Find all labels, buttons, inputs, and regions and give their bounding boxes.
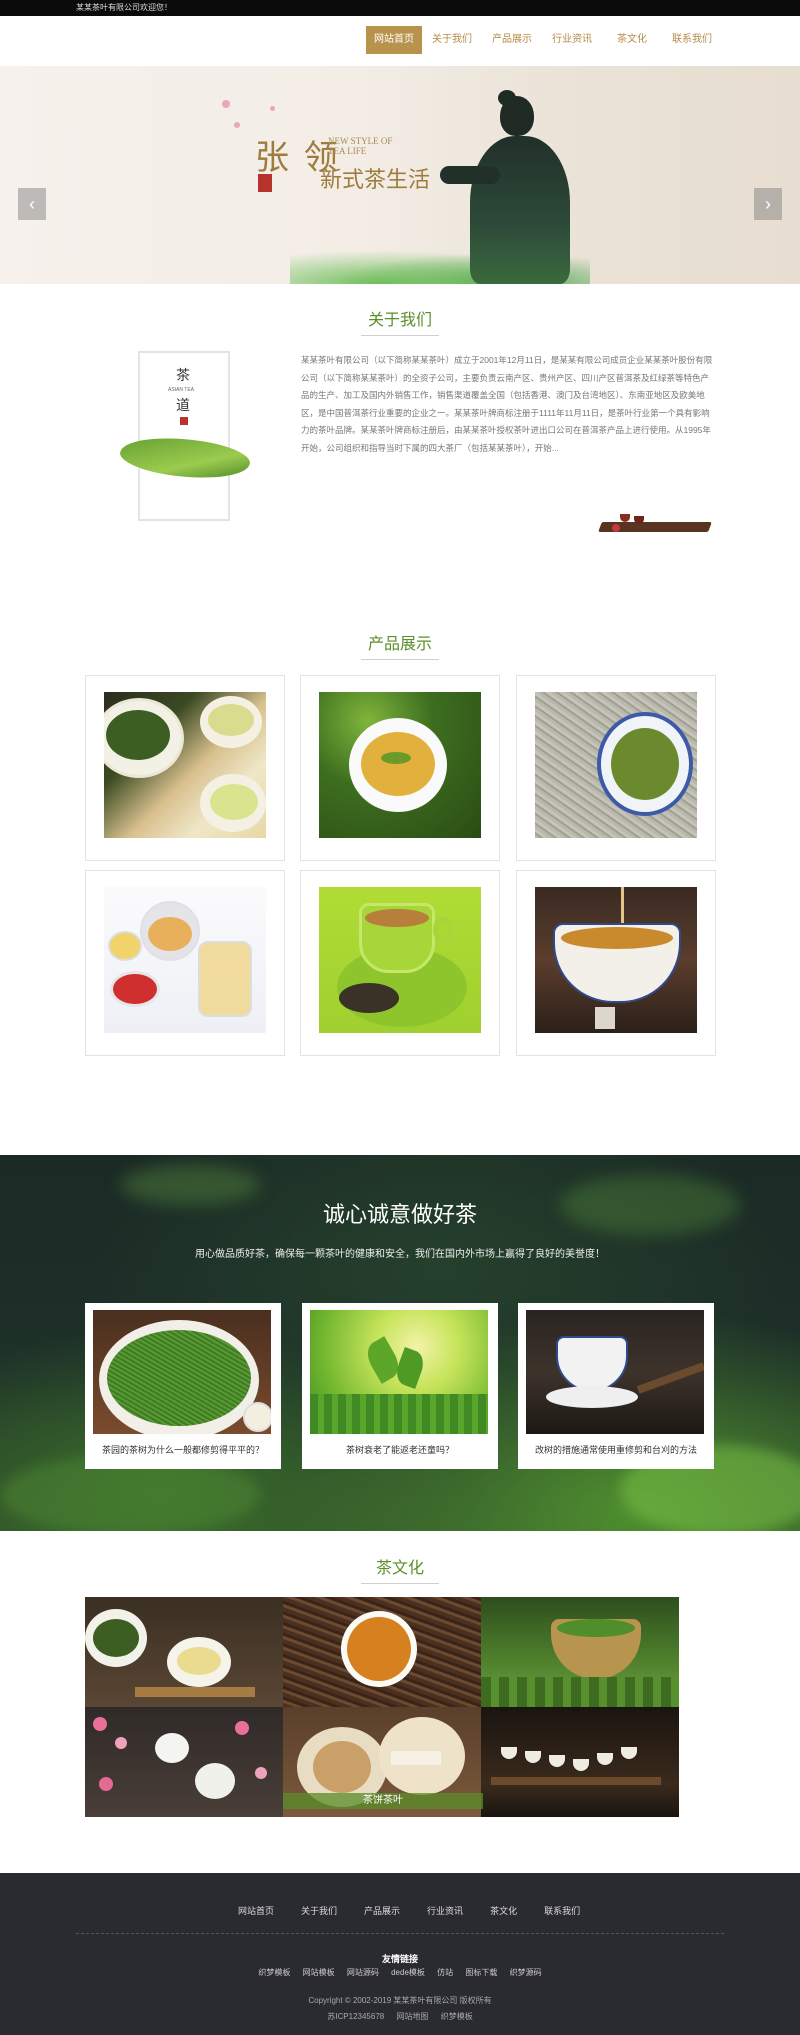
product-card[interactable]: [300, 870, 500, 1056]
template-link[interactable]: 织梦模板: [441, 2012, 473, 2021]
product-card[interactable]: [300, 675, 500, 861]
sitemap-link[interactable]: 网站地图: [396, 2012, 428, 2021]
nav-item-about[interactable]: 关于我们: [422, 26, 482, 54]
friend-link[interactable]: 织梦模板: [258, 1968, 290, 1977]
news-card[interactable]: 茶园的茶树为什么一般都修剪得平平的？: [85, 1303, 281, 1469]
products-section-title: 产品展示: [0, 630, 800, 660]
news-caption[interactable]: 改树的措施通常使用重修剪和台刈的方法: [518, 1443, 714, 1456]
product-card[interactable]: [516, 675, 716, 861]
footer-meta: 苏ICP12345678 网站地图 织梦模板: [0, 2011, 800, 2022]
news-image-tea-leaves-plate: [93, 1310, 271, 1434]
friend-link[interactable]: 网站源码: [347, 1968, 379, 1977]
header: 网站首页 关于我们 产品展示 行业资讯 茶文化 联系我们: [0, 16, 800, 66]
culture-section-title: 茶文化: [0, 1554, 800, 1584]
product-image-dry-tea-bowl: [535, 692, 697, 838]
footer-nav-news[interactable]: 行业资讯: [427, 1904, 463, 1917]
product-image-flower-tea-set: [104, 887, 266, 1033]
hero-banner: 张 领 新式茶生活 NEW STYLE OF TEA LIFE ‹ ›: [0, 66, 800, 284]
footer-nav-products[interactable]: 产品展示: [364, 1904, 400, 1917]
friend-link[interactable]: 仿站: [437, 1968, 453, 1977]
culture-hover-label[interactable]: 茶饼茶叶: [283, 1793, 483, 1809]
news-image-tea-sprout: [310, 1310, 488, 1434]
product-card[interactable]: [85, 870, 285, 1056]
about-image: 茶 ASIAN TEA 道: [117, 351, 253, 521]
friend-links-title: 友情链接: [381, 1954, 418, 1964]
culture-gallery: 茶饼茶叶: [85, 1597, 681, 1819]
friend-link[interactable]: 织梦源码: [510, 1968, 542, 1977]
news-card[interactable]: 茶树衰老了能返老还童吗？: [302, 1303, 498, 1469]
banner-prev-arrow-icon[interactable]: ‹: [18, 188, 46, 220]
promo-heading: 诚心诚意做好茶: [322, 1202, 477, 1227]
top-bar: 某某茶叶有限公司欢迎您！: [0, 0, 800, 16]
footer-nav-contact[interactable]: 联系我们: [544, 1904, 580, 1917]
news-card[interactable]: 改树的措施通常使用重修剪和台刈的方法: [518, 1303, 714, 1469]
footer-nav-home[interactable]: 网站首页: [238, 1904, 274, 1917]
friend-link[interactable]: 图标下载: [465, 1968, 497, 1977]
culture-image-tea-cups-row[interactable]: [481, 1707, 679, 1817]
product-image-tea-cup-leaves: [319, 692, 481, 838]
news-caption[interactable]: 茶园的茶树为什么一般都修剪得平平的？: [85, 1443, 281, 1456]
friend-link[interactable]: dede模板: [391, 1968, 425, 1977]
footer-nav: 网站首页 关于我们 产品展示 行业资讯 茶文化 联系我们: [238, 1904, 607, 1917]
nav-item-news[interactable]: 行业资讯: [542, 26, 602, 54]
main-nav: 网站首页 关于我们 产品展示 行业资讯 茶文化 联系我们: [366, 26, 722, 54]
tea-leaf-decoration: [117, 430, 253, 486]
product-card[interactable]: [85, 675, 285, 861]
friend-links: 织梦模板 网站模板 网站源码 dede模板 仿站 图标下载 织梦源码: [0, 1967, 800, 1978]
footer: 网站首页 关于我们 产品展示 行业资讯 茶文化 联系我们 友情链接 织梦模板 网…: [0, 1873, 800, 2035]
banner-next-arrow-icon[interactable]: ›: [754, 188, 782, 220]
about-section-title: 关于我们: [0, 306, 800, 336]
nav-item-culture[interactable]: 茶文化: [602, 26, 662, 54]
footer-divider: [76, 1933, 724, 1934]
friend-link[interactable]: 网站模板: [303, 1968, 335, 1977]
product-image-pouring-tea: [535, 887, 697, 1033]
teaset-decoration: [590, 512, 714, 540]
news-image-porcelain-cup: [526, 1310, 704, 1434]
promo-section: 诚心诚意做好茶 用心做品质好茶，确保每一颗茶叶的健康和安全，我们在国内外市场上赢…: [0, 1155, 800, 1531]
product-image-green-cup: [319, 887, 481, 1033]
nav-item-contact[interactable]: 联系我们: [662, 26, 722, 54]
culture-image-flowers-teapot[interactable]: [85, 1707, 283, 1817]
culture-image-tea-set[interactable]: [85, 1597, 283, 1707]
footer-nav-culture[interactable]: 茶文化: [490, 1904, 517, 1917]
product-image-green-tea-bowls: [104, 692, 266, 838]
culture-image-black-tea[interactable]: [283, 1597, 481, 1707]
culture-image-tea-field-basket[interactable]: [481, 1597, 679, 1707]
slogan-chinese-bottom: 新式茶生活: [320, 168, 431, 193]
icp-number[interactable]: 苏ICP12345678: [327, 2012, 384, 2021]
nav-item-products[interactable]: 产品展示: [482, 26, 542, 54]
slogan-english: NEW STYLE OF TEA LIFE: [328, 136, 393, 156]
footer-nav-about[interactable]: 关于我们: [301, 1904, 337, 1917]
welcome-text: 某某茶叶有限公司欢迎您！: [76, 3, 172, 12]
nav-item-home[interactable]: 网站首页: [366, 26, 422, 54]
news-caption[interactable]: 茶树衰老了能返老还童吗？: [302, 1443, 498, 1456]
tea-lady-silhouette: [470, 136, 570, 284]
about-paragraph: 某某茶叶有限公司（以下简称某某茶叶）成立于2001年12月11日，是某某有限公司…: [301, 355, 713, 453]
product-card[interactable]: [516, 870, 716, 1056]
copyright-text: Copyright © 2002-2019 某某茶叶有限公司 版权所有: [308, 1996, 492, 2005]
promo-subheading: 用心做品质好茶，确保每一颗茶叶的健康和安全，我们在国内外市场上赢得了良好的美誉度…: [195, 1249, 605, 1260]
